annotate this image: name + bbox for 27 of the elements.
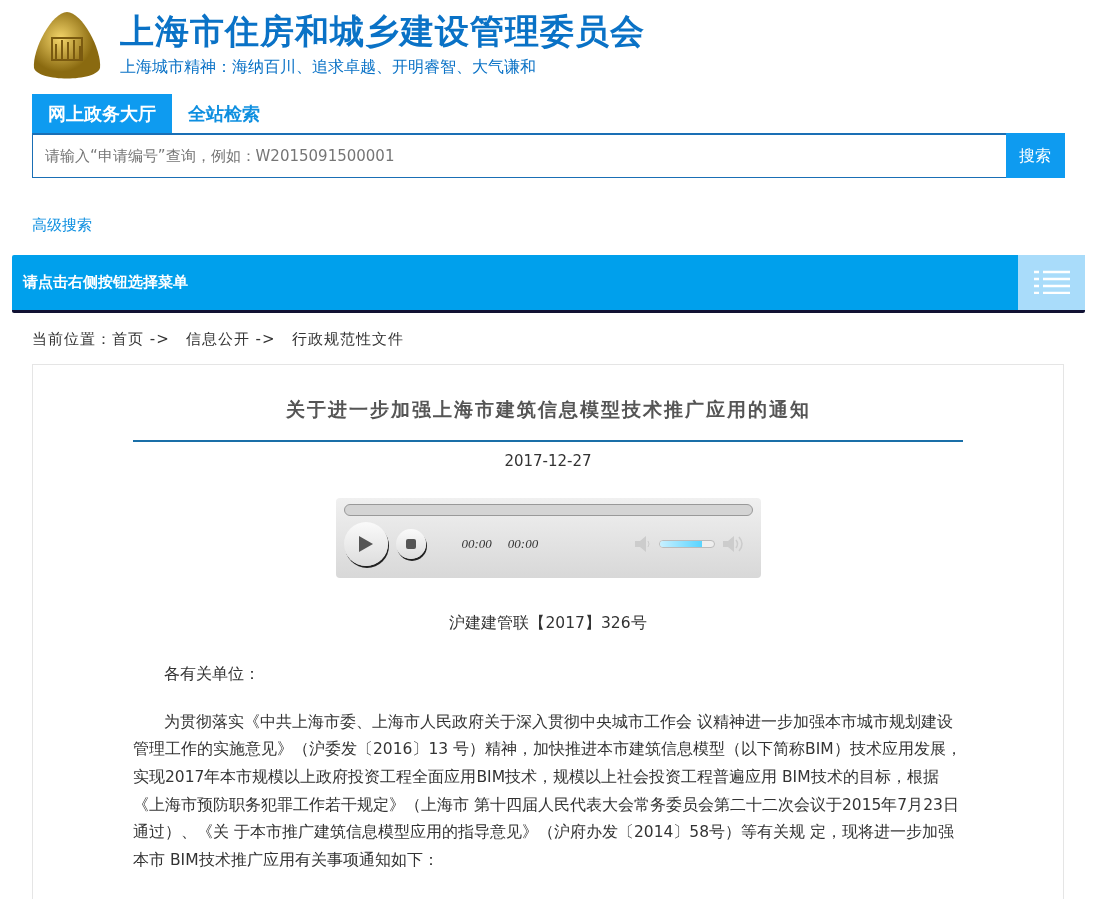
article-title: 关于进一步加强上海市建筑信息模型技术推广应用的通知	[133, 395, 963, 442]
search-button[interactable]: 搜索	[1005, 133, 1065, 178]
menu-button[interactable]	[1018, 254, 1085, 310]
stop-button[interactable]	[395, 529, 426, 559]
volume-track[interactable]	[658, 540, 715, 548]
current-time: 00:00	[461, 535, 492, 554]
site-title: 上海市住房和城乡建设管理委员会	[120, 13, 645, 51]
search-tab[interactable]: 网上政务大厅	[32, 94, 172, 133]
menu-hint: 请点击右侧按钮选择菜单	[21, 271, 188, 293]
article-date: 2017-12-27	[503, 450, 593, 472]
breadcrumb-item: 信息公开 ->	[185, 328, 276, 350]
advanced-search-link[interactable]: 高级搜索	[32, 214, 92, 237]
stop-icon	[405, 539, 416, 549]
volume-icon[interactable]	[722, 535, 745, 554]
total-time: 00:00	[507, 535, 539, 554]
breadcrumb-item: 行政规范性文件	[291, 328, 404, 350]
breadcrumb-item: 当前位置：首页 ->	[32, 328, 170, 350]
play-button[interactable]	[343, 522, 388, 566]
body-paragraph: 为贯彻落实《中共上海市委、上海市人民政府关于深入贯彻中央城市工作会 议精神进一步加强本市城市规划建设管理工作的实施意见》（沪委发〔2016〕13 号）精神，加快推进本市建筑信息模型（以下简称BIM）技术应用发展，实现2017年本市规模以上政府投资工程全面应用BIM技术，规模以上社会投资工程普遍应用 BIM技术的目标，根据《上海市预防职务犯罪工作若干规定》（上海市 第十四届人民代表大会常务委员会第二十二次会议于2015年7月23日通过）、《关 于本市推广建筑信息模型应用的指导意见》（沪府办发〔2014〕58号）等有关规 定，现将进一步加强本市 BIM技术推广应用有关事项通知如下：	[133, 711, 963, 871]
site-slogan: 上海城市精神：海纳百川、追求卓越、开明睿智、大气谦和	[120, 55, 537, 78]
mute-icon[interactable]	[634, 535, 651, 554]
progress-track[interactable]	[343, 504, 753, 516]
menu-icon	[1033, 270, 1070, 294]
document-number: 沪建建管联【2017】326号	[448, 613, 648, 634]
search-tab[interactable]: 全站检索	[172, 94, 276, 133]
play-icon	[358, 536, 373, 552]
salutation: 各有关单位：	[163, 664, 261, 686]
